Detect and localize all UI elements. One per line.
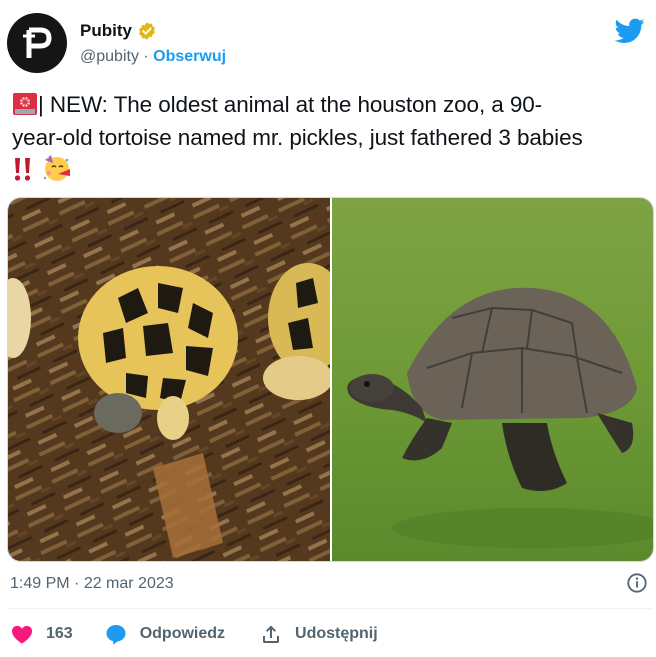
- handle-row: @pubity · Obserwuj: [80, 47, 226, 67]
- handle-separator: ·: [138, 48, 154, 65]
- avatar-logo: [23, 27, 52, 58]
- avatar[interactable]: [7, 13, 67, 73]
- adult-tortoise-image: [332, 198, 653, 561]
- tweet-timestamp[interactable]: 1:49 PM · 22 mar 2023: [10, 574, 174, 594]
- photo-adult-tortoise[interactable]: [332, 198, 653, 561]
- twitter-bird-icon[interactable]: [615, 18, 645, 44]
- tweet-line-3: [12, 154, 652, 187]
- divider: [7, 608, 652, 609]
- siren-icon: [13, 93, 37, 115]
- timestamp-separator: ·: [69, 575, 84, 592]
- follow-button[interactable]: Obserwuj: [153, 48, 226, 65]
- share-icon[interactable]: [259, 622, 283, 646]
- author-display-name[interactable]: Pubity: [80, 21, 132, 41]
- tweet-text: | NEW: The oldest animal at the houston …: [12, 88, 652, 187]
- author-handle[interactable]: @pubity: [80, 48, 139, 65]
- tweet-time[interactable]: 1:49 PM: [10, 575, 70, 592]
- baby-tortoise-image: [8, 198, 330, 561]
- tweet-line-1: | NEW: The oldest animal at the houston …: [12, 88, 652, 121]
- author-display-name-row[interactable]: Pubity: [80, 21, 226, 41]
- tweet-line-2: year-old tortoise named mr. pickles, jus…: [12, 125, 583, 150]
- like-button[interactable]: 163: [10, 622, 73, 646]
- party-face-icon: [43, 155, 71, 181]
- tweet-actions: 163 Odpowiedz Udostępnij: [10, 621, 378, 647]
- tweet-date[interactable]: 22 mar 2023: [84, 575, 174, 592]
- reply-label[interactable]: Odpowiedz: [140, 625, 225, 643]
- photo-baby-tortoises[interactable]: [8, 198, 330, 561]
- share-label[interactable]: Udostępnij: [295, 625, 378, 643]
- share-button[interactable]: Udostępnij: [259, 622, 378, 646]
- verified-badge-icon: [139, 22, 155, 40]
- author-names: Pubity @pubity · Obserwuj: [80, 21, 226, 67]
- reply-button[interactable]: Odpowiedz: [104, 622, 225, 646]
- tweet-header: Pubity @pubity · Obserwuj: [7, 13, 647, 75]
- media-grid: [7, 197, 654, 562]
- reply-bubble-icon[interactable]: [104, 622, 128, 646]
- tweet-text-line-1: | NEW: The oldest animal at the houston …: [38, 92, 543, 117]
- info-icon[interactable]: [626, 572, 648, 594]
- heart-icon[interactable]: [10, 622, 34, 646]
- like-count[interactable]: 163: [46, 625, 73, 643]
- double-exclamation-icon: [14, 158, 31, 181]
